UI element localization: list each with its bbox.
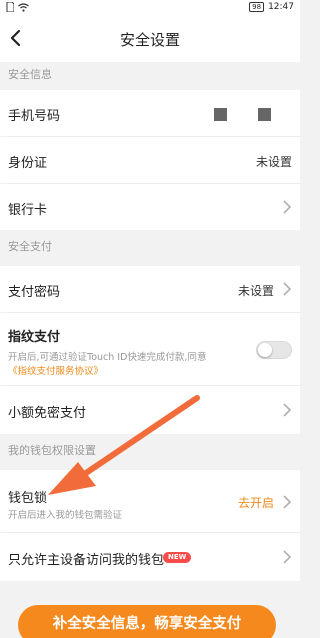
row-fingerprint-label: 指纹支付 [8, 330, 61, 345]
status-left-icons [6, 2, 29, 12]
fingerprint-toggle[interactable] [256, 341, 292, 359]
row-bankcard[interactable]: 银行卡 [0, 184, 300, 230]
toggle-knob [258, 343, 272, 357]
row-smallpay[interactable]: 小额免密支付 [0, 386, 300, 434]
row-bankcard-label: 银行卡 [8, 203, 48, 218]
row-idcard-label: 身份证 [8, 156, 48, 171]
chevron-right-icon [283, 403, 292, 417]
chevron-right-icon [283, 282, 292, 296]
status-right-icons: 98 12:47 [249, 1, 294, 13]
section-security-info: 安全信息 [0, 62, 300, 90]
masked-value-block [258, 108, 271, 121]
row-fingerprint-desc: 开启后,可通过验证Touch ID快速完成付款,同意 [8, 352, 207, 363]
row-maindevice-label: 只允许主设备访问我的钱包 [8, 553, 165, 568]
row-paypwd-value: 未设置 [237, 284, 274, 298]
fingerprint-agreement-link[interactable]: 《指纹支付服务协议》 [8, 363, 103, 377]
status-time: 12:47 [268, 2, 294, 12]
sim-icon [6, 2, 14, 12]
row-walletlock[interactable]: 钱包锁 开启后进入我的钱包需验证 去开启 [0, 470, 300, 532]
complete-security-info-button[interactable]: 补全安全信息，畅享安全支付 [18, 605, 276, 638]
walletlock-enable-link[interactable]: 去开启 [238, 494, 274, 511]
row-phone[interactable]: 手机号码 [0, 90, 300, 136]
section-security-payment: 安全支付 [0, 230, 300, 266]
page-title: 安全设置 [119, 31, 180, 49]
row-maindevice[interactable]: 只允许主设备访问我的钱包 NEW [0, 533, 300, 581]
row-idcard[interactable]: 身份证 未设置 [0, 137, 300, 183]
battery-icon: 98 [249, 2, 265, 12]
chevron-right-icon [283, 200, 292, 214]
row-fingerprint: 指纹支付 开启后,可通过验证Touch ID快速完成付款,同意 《指纹支付服务协… [0, 313, 300, 385]
row-idcard-value: 未设置 [255, 155, 292, 169]
masked-value-block [214, 108, 227, 121]
nav-bar: 安全设置 [0, 14, 300, 62]
chevron-right-icon [283, 495, 292, 509]
row-paypwd-label: 支付密码 [8, 285, 61, 300]
chevron-right-icon [283, 550, 292, 564]
wifi-icon [18, 2, 29, 12]
row-walletlock-desc: 开启后进入我的钱包需验证 [8, 510, 123, 521]
row-walletlock-label: 钱包锁 [8, 491, 48, 506]
section-wallet-permissions: 我的钱包权限设置 [0, 434, 300, 470]
row-paypwd[interactable]: 支付密码 未设置 [0, 266, 300, 312]
new-badge: NEW [163, 552, 192, 563]
row-phone-label: 手机号码 [8, 109, 61, 124]
status-bar: 98 12:47 [0, 0, 300, 14]
row-smallpay-label: 小额免密支付 [8, 406, 87, 421]
